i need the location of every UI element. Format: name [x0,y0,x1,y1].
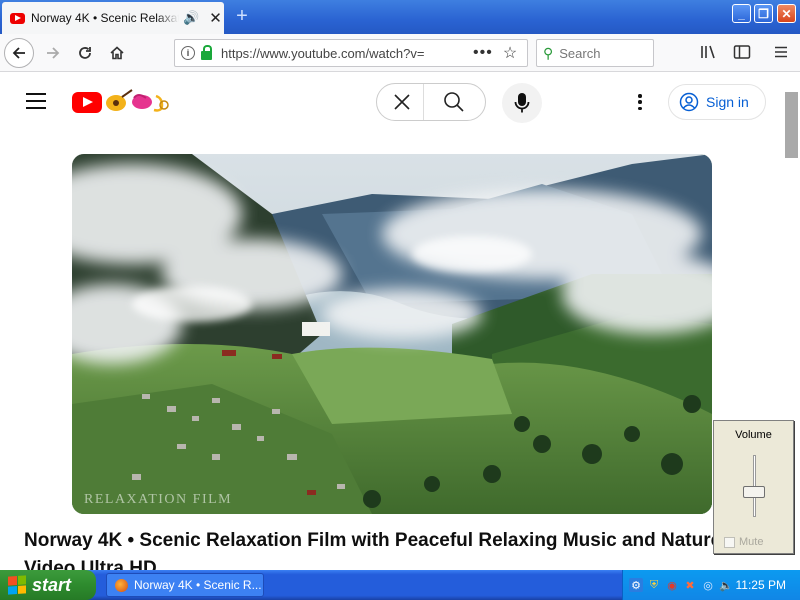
arrow-right-icon [47,47,60,59]
voice-search-button[interactable] [502,83,542,123]
volume-title: Volume [735,429,772,441]
hamburger-menu-icon[interactable] [773,44,789,64]
video-frame [72,154,712,514]
close-tab-icon[interactable]: ✕ [209,9,222,27]
video-watermark: RELAXATION FILM [84,492,233,507]
reload-icon [79,47,91,59]
search-placeholder: Search [559,45,601,61]
clock[interactable]: 11:25 PM [736,578,786,592]
browser-search-box[interactable]: ⚲ Search [536,39,654,67]
taskbar-item-firefox[interactable]: Norway 4K • Scenic R... [106,573,264,597]
close-icon [394,94,410,110]
maximize-button[interactable]: ❐ [754,4,773,23]
lock-icon[interactable] [201,44,212,60]
youtube-doodle-icon[interactable] [104,88,174,114]
video-player[interactable]: RELAXATION FILM [72,154,712,514]
antivirus-icon[interactable]: ◉ [665,578,679,592]
home-button[interactable] [102,38,132,68]
security-shield-icon[interactable]: ⛨ [647,578,661,592]
video-title: Norway 4K • Scenic Relaxation Film with … [24,527,724,570]
microphone-icon [514,93,530,113]
sign-in-button[interactable]: Sign in [668,84,766,120]
alert-icon[interactable]: ✖ [683,578,697,592]
arrow-left-icon [12,47,25,59]
search-icon: ⚲ [543,44,554,61]
windows-logo-icon [8,575,26,595]
reload-button[interactable] [70,38,100,68]
bookmark-star-icon[interactable]: ☆ [503,43,517,63]
info-icon[interactable]: i [181,46,195,60]
guide-menu-button[interactable] [26,93,46,109]
mute-checkbox[interactable] [724,537,735,548]
navigation-toolbar: i https://www.youtube.com/watch?v= ••• ☆… [0,34,800,72]
network-icon[interactable]: ⚙ [629,578,643,592]
account-circle-icon [679,92,699,112]
volume-slider-thumb[interactable] [743,486,765,499]
tab-title: Norway 4K • Scenic Relaxation Film with … [31,11,179,25]
sign-in-label: Sign in [706,94,749,110]
start-label: start [32,574,72,595]
firefox-icon [115,578,128,592]
speaker-icon[interactable]: 🔊 [183,10,199,26]
search-icon [444,92,464,112]
youtube-favicon-icon [10,12,25,24]
scrollbar-thumb[interactable] [785,92,798,158]
page-actions-icon[interactable]: ••• [473,44,493,62]
video-title-line-2: Video Ultra HD [24,558,157,570]
youtube-page: Sign in RELAXATION FILM Norway 4K • Scen… [0,72,783,570]
volume-popup: Volume Mute [713,420,794,554]
mute-label: Mute [739,536,764,548]
url-text[interactable]: https://www.youtube.com/watch?v= [221,46,461,61]
forward-button[interactable] [38,38,68,68]
system-tray: ⚙ ⛨ ◉ ✖ ◎ 🔈 11:25 PM [622,570,800,600]
minimize-button[interactable]: _ [732,4,751,23]
browser-tab[interactable]: Norway 4K • Scenic Relaxation Film with … [2,2,224,34]
tab-strip: Norway 4K • Scenic Relaxation Film with … [0,0,800,34]
taskbar-item-label: Norway 4K • Scenic R... [134,578,262,592]
clear-search-button[interactable] [380,86,424,118]
close-window-button[interactable]: ✕ [777,4,796,23]
connection-icon[interactable]: ◎ [701,578,715,592]
search-divider [423,84,424,120]
taskbar: start Norway 4K • Scenic R... ⚙ ⛨ ◉ ✖ ◎ … [0,570,800,600]
home-icon [110,46,124,60]
new-tab-button[interactable]: + [232,5,252,28]
address-bar[interactable]: i https://www.youtube.com/watch?v= ••• ☆ [174,39,528,67]
sidebar-icon[interactable] [733,44,751,64]
video-title-line-1: Norway 4K • Scenic Relaxation Film with … [24,530,722,551]
start-button[interactable]: start [0,570,96,600]
volume-tray-icon[interactable]: 🔈 [719,578,733,592]
more-options-button[interactable] [630,92,650,112]
library-icon[interactable] [700,44,718,64]
search-button[interactable] [428,86,480,118]
youtube-logo[interactable] [72,92,102,113]
back-button[interactable] [4,38,34,68]
